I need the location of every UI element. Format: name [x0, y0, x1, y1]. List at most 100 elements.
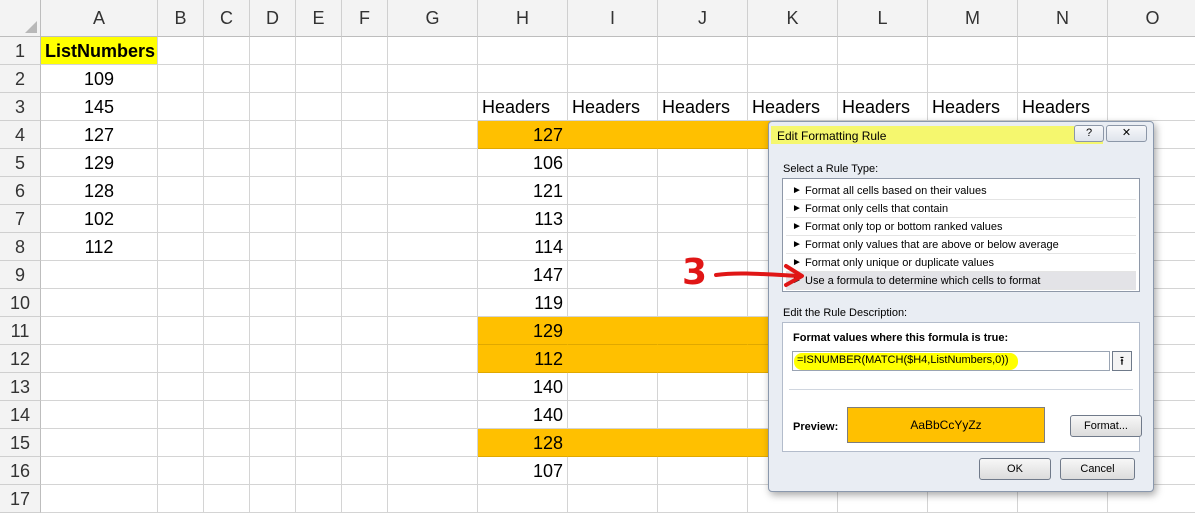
cell[interactable] — [204, 205, 250, 233]
cell[interactable] — [568, 177, 658, 205]
column-header[interactable]: I — [568, 0, 658, 37]
cell[interactable] — [158, 205, 204, 233]
cell[interactable] — [568, 289, 658, 317]
row-header[interactable]: 8 — [0, 233, 41, 261]
cell[interactable] — [342, 373, 388, 401]
cell[interactable] — [388, 373, 478, 401]
cell[interactable] — [568, 401, 658, 429]
cell[interactable] — [158, 457, 204, 485]
cell[interactable] — [478, 65, 568, 93]
help-button[interactable]: ? — [1074, 125, 1104, 142]
cell[interactable] — [158, 177, 204, 205]
cell[interactable] — [658, 37, 748, 65]
listnumbers-value[interactable]: 128 — [41, 177, 158, 205]
cell[interactable] — [204, 373, 250, 401]
cell[interactable] — [568, 457, 658, 485]
cell[interactable] — [342, 149, 388, 177]
cell[interactable] — [1108, 93, 1195, 121]
cell[interactable] — [658, 485, 748, 513]
cell[interactable] — [388, 93, 478, 121]
cell[interactable] — [568, 373, 658, 401]
cell[interactable] — [250, 121, 296, 149]
rule-type-option[interactable]: ► Format all cells based on their values — [786, 182, 1136, 200]
cell[interactable] — [204, 289, 250, 317]
rule-type-option[interactable]: ► Format only cells that contain — [786, 200, 1136, 218]
cell[interactable] — [250, 93, 296, 121]
row-header[interactable]: 17 — [0, 485, 41, 513]
cell[interactable] — [658, 317, 748, 345]
cell[interactable] — [204, 485, 250, 513]
h-value[interactable]: 128 — [478, 429, 568, 457]
cell[interactable] — [204, 317, 250, 345]
cell[interactable] — [388, 485, 478, 513]
cell[interactable] — [41, 317, 158, 345]
cell[interactable] — [658, 149, 748, 177]
cell[interactable] — [658, 345, 748, 373]
cell[interactable] — [1108, 37, 1195, 65]
cell[interactable] — [41, 429, 158, 457]
cell[interactable] — [250, 373, 296, 401]
row-header[interactable]: 13 — [0, 373, 41, 401]
cell[interactable] — [158, 93, 204, 121]
cell[interactable] — [658, 121, 748, 149]
cell[interactable] — [158, 149, 204, 177]
cell[interactable] — [158, 233, 204, 261]
cell[interactable] — [1108, 65, 1195, 93]
cell[interactable] — [478, 485, 568, 513]
cell[interactable] — [41, 401, 158, 429]
h-value[interactable]: 113 — [478, 205, 568, 233]
cell[interactable] — [838, 37, 928, 65]
row-header[interactable]: 12 — [0, 345, 41, 373]
row-header[interactable]: 16 — [0, 457, 41, 485]
row-header[interactable]: 11 — [0, 317, 41, 345]
cell[interactable] — [250, 37, 296, 65]
column-header[interactable]: O — [1108, 0, 1195, 37]
cell[interactable] — [568, 37, 658, 65]
listnumbers-value[interactable]: 102 — [41, 205, 158, 233]
cell[interactable] — [658, 457, 748, 485]
listnumbers-header[interactable]: ListNumbers — [41, 37, 158, 65]
column-header[interactable]: G — [388, 0, 478, 37]
cell[interactable] — [158, 261, 204, 289]
cell[interactable] — [204, 65, 250, 93]
cell[interactable] — [250, 205, 296, 233]
cell[interactable] — [748, 65, 838, 93]
header-cell[interactable]: Headers — [568, 93, 658, 121]
cell[interactable] — [388, 317, 478, 345]
listnumbers-value[interactable]: 109 — [41, 65, 158, 93]
row-header[interactable]: 10 — [0, 289, 41, 317]
column-header[interactable]: A — [41, 0, 158, 37]
cell[interactable] — [204, 457, 250, 485]
row-header[interactable]: 6 — [0, 177, 41, 205]
cell[interactable] — [41, 345, 158, 373]
h-value[interactable]: 114 — [478, 233, 568, 261]
cell[interactable] — [296, 177, 342, 205]
cell[interactable] — [296, 317, 342, 345]
cell[interactable] — [158, 289, 204, 317]
listnumbers-value[interactable]: 112 — [41, 233, 158, 261]
cell[interactable] — [296, 289, 342, 317]
cell[interactable] — [388, 457, 478, 485]
column-header[interactable]: M — [928, 0, 1018, 37]
cell[interactable] — [658, 401, 748, 429]
cell[interactable] — [250, 345, 296, 373]
cell[interactable] — [1018, 65, 1108, 93]
cell[interactable] — [388, 401, 478, 429]
cell[interactable] — [204, 37, 250, 65]
cell[interactable] — [388, 37, 478, 65]
cell[interactable] — [342, 121, 388, 149]
row-header[interactable]: 15 — [0, 429, 41, 457]
close-button[interactable]: ✕ — [1106, 125, 1147, 142]
cell[interactable] — [204, 261, 250, 289]
h-value[interactable]: 107 — [478, 457, 568, 485]
column-header[interactable]: C — [204, 0, 250, 37]
cell[interactable] — [296, 37, 342, 65]
collapse-dialog-button[interactable]: ⭱ — [1112, 351, 1132, 371]
cell[interactable] — [158, 65, 204, 93]
cell[interactable] — [204, 233, 250, 261]
listnumbers-value[interactable]: 145 — [41, 93, 158, 121]
header-cell[interactable]: Headers — [928, 93, 1018, 121]
cell[interactable] — [928, 37, 1018, 65]
cell[interactable] — [658, 65, 748, 93]
cell[interactable] — [158, 485, 204, 513]
